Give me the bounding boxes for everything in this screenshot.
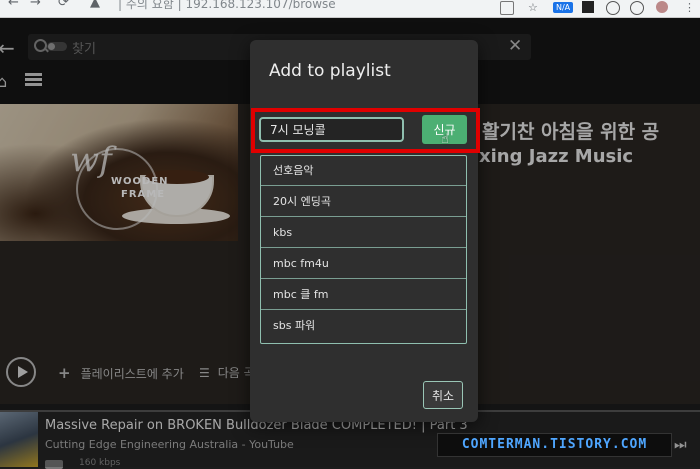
playlist-item[interactable]: 20시 엔딩곡 <box>261 187 466 217</box>
browser-back-button[interactable]: ← <box>8 0 19 10</box>
extension-icon[interactable] <box>630 1 644 15</box>
browser-forward-button[interactable]: → <box>30 0 41 10</box>
profile-avatar[interactable] <box>656 1 668 13</box>
annotation-highlight-box <box>251 108 480 153</box>
address-bar[interactable]: | 주의 요함 | 192.168.123.107/browse <box>118 0 336 12</box>
playlist-item[interactable]: sbs 파워 <box>261 311 466 341</box>
reload-icon[interactable]: ⟳ <box>58 0 69 10</box>
watermark: COMTERMAN.TISTORY.COM <box>437 433 672 457</box>
dialog-title: Add to playlist <box>269 61 391 81</box>
extension-icon[interactable] <box>582 1 594 13</box>
cancel-button[interactable]: 취소 <box>423 381 463 409</box>
playlist-item[interactable]: 선호음악 <box>261 156 466 186</box>
warning-icon[interactable]: ▲ <box>90 0 100 10</box>
playlist-item[interactable]: mbc 클 fm <box>261 280 466 310</box>
extension-icon[interactable] <box>606 1 620 15</box>
playlist-item[interactable]: mbc fm4u <box>261 249 466 279</box>
extension-badge[interactable]: N/A <box>553 2 574 13</box>
star-icon[interactable]: ☆ <box>528 1 540 14</box>
menu-icon[interactable]: ⋮ <box>684 1 696 14</box>
playlist-item[interactable]: kbs <box>261 218 466 248</box>
share-icon[interactable] <box>500 1 514 15</box>
browser-toolbar: ← → ⟳ ▲ | 주의 요함 | 192.168.123.107/browse… <box>0 0 700 18</box>
